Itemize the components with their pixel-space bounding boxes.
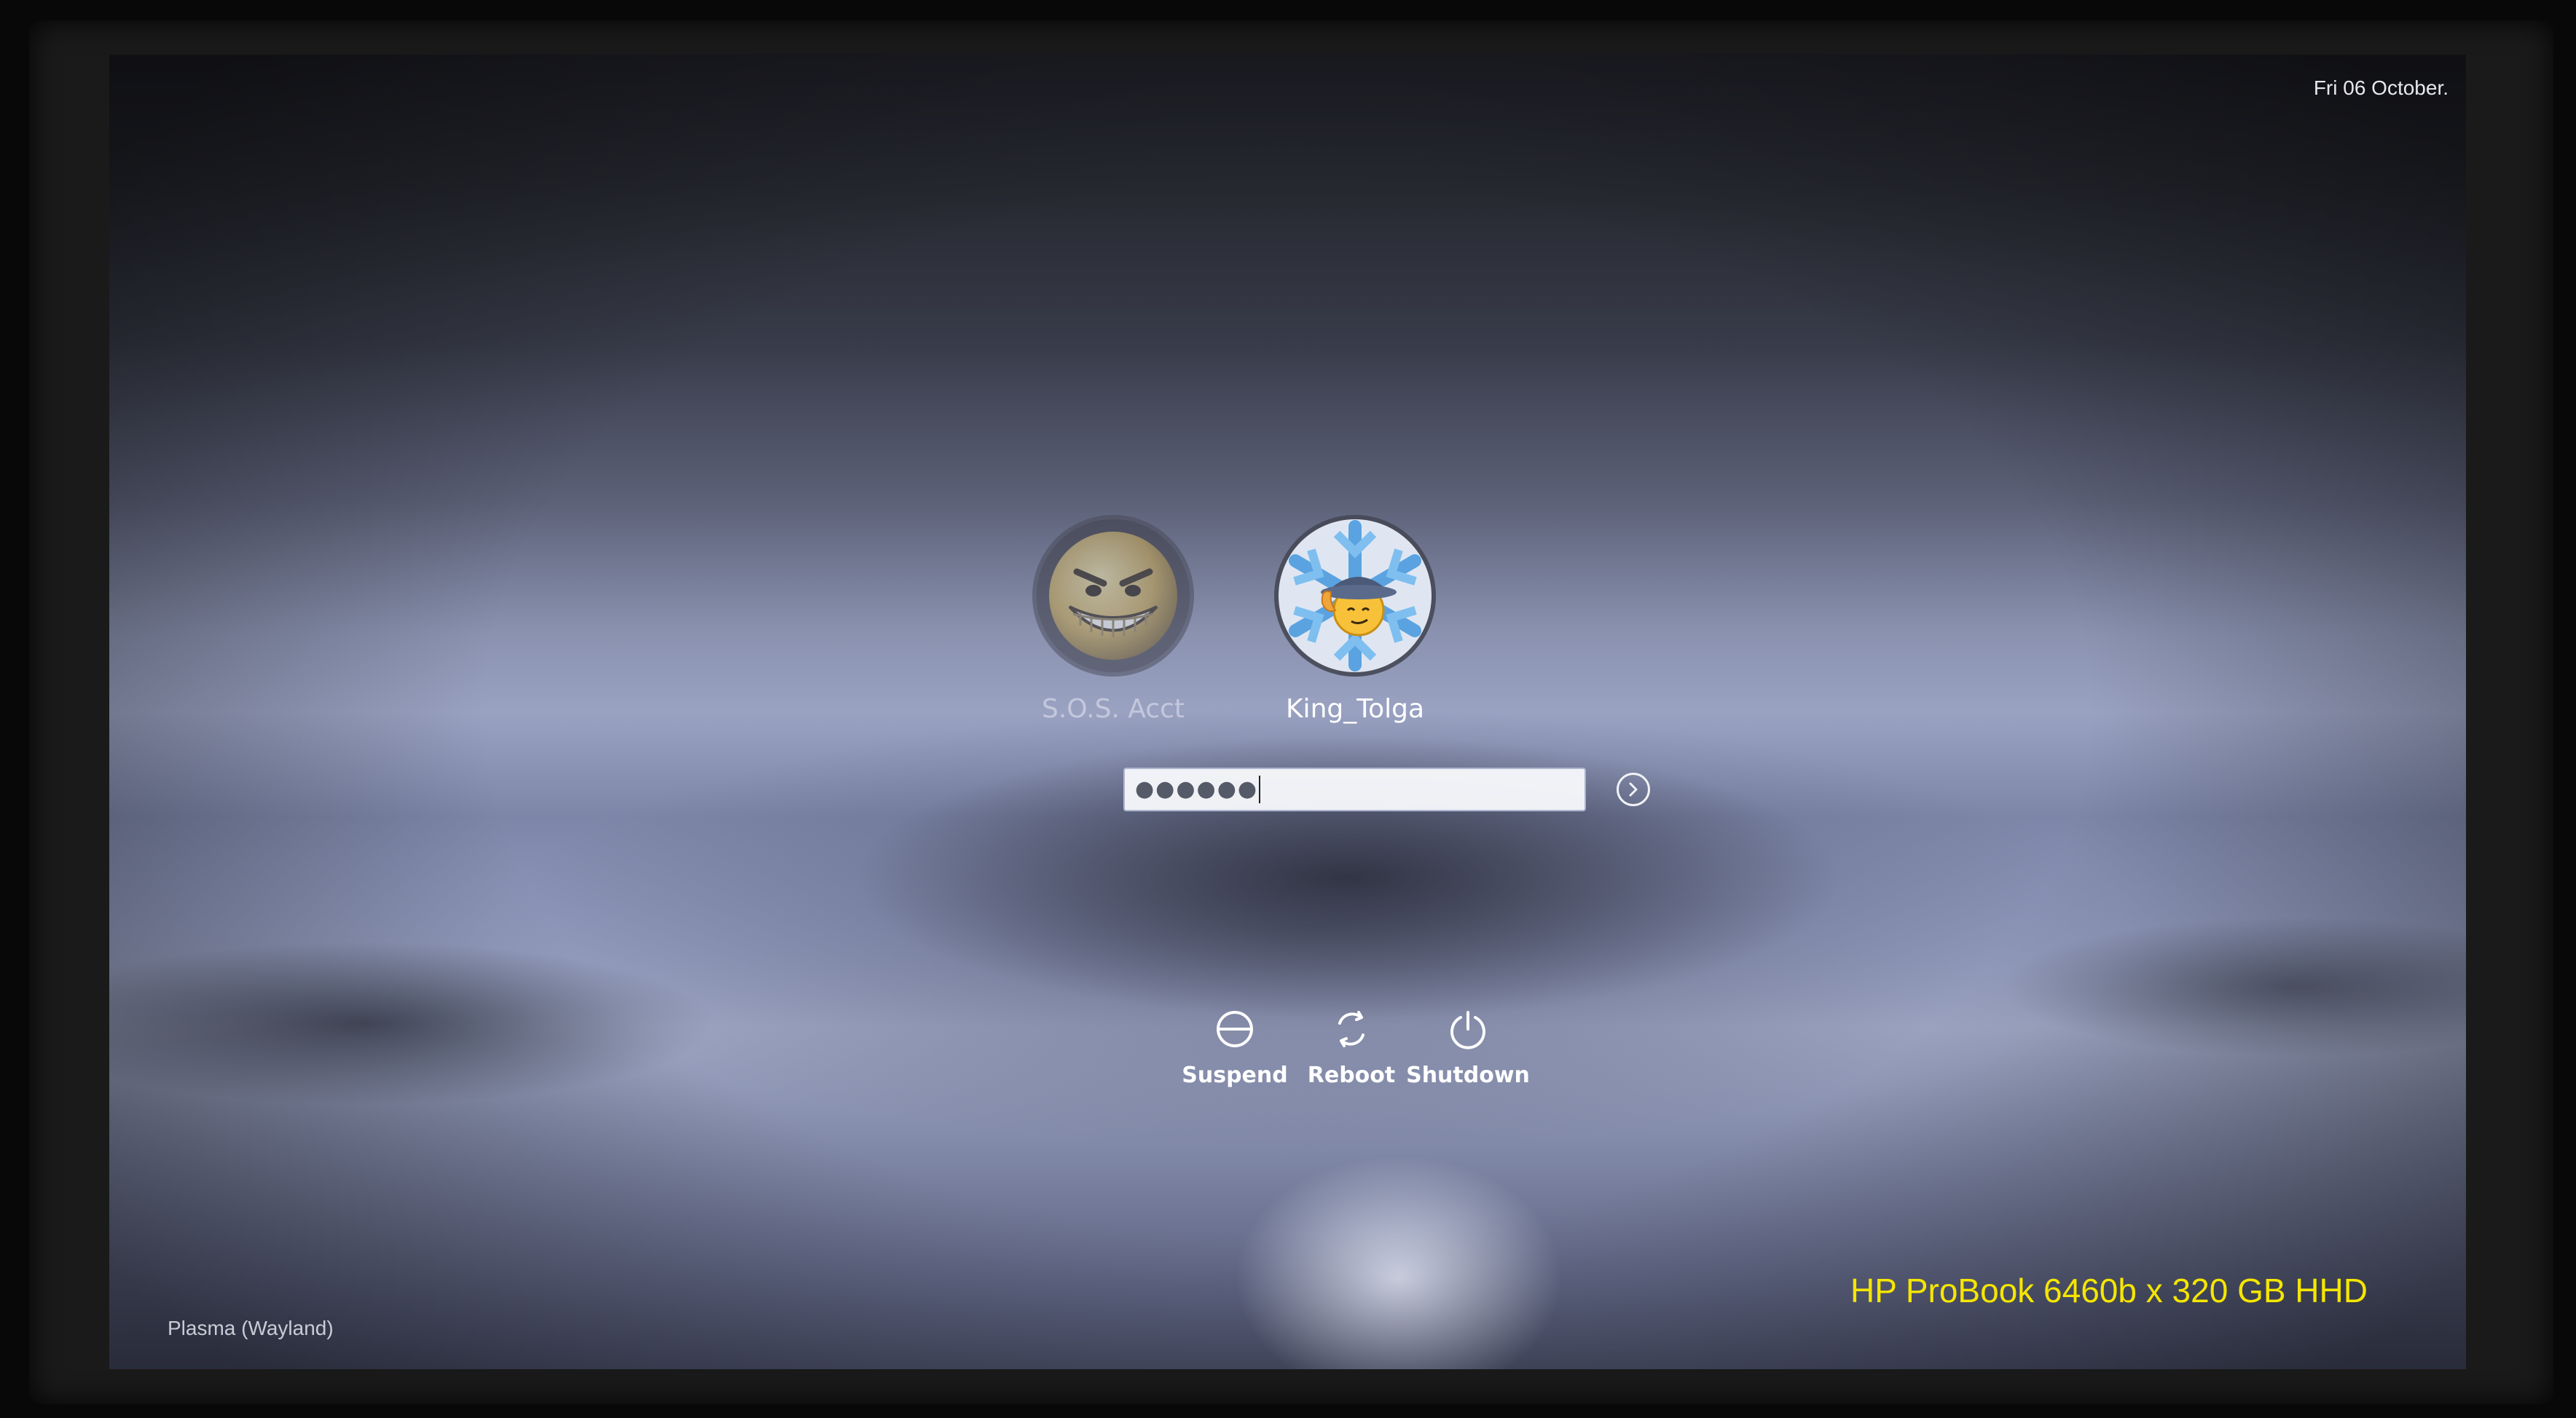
session-selector[interactable]: Plasma (Wayland) (168, 1317, 334, 1340)
user-name-label: King_Tolga (1285, 694, 1425, 724)
password-row: ●●●●●● (1123, 768, 1650, 811)
suspend-icon (1217, 1011, 1253, 1047)
power-actions: Suspend Reboot Shutdown (1182, 1009, 1530, 1088)
device-caption: HP ProBook 6460b x 320 GB HHD (1850, 1272, 2368, 1309)
password-masked-value: ●●●●●● (1135, 776, 1259, 802)
arrow-right-circle-icon (1629, 782, 1638, 797)
shutdown-button[interactable]: Shutdown (1406, 1009, 1530, 1088)
suspend-button[interactable]: Suspend (1182, 1009, 1288, 1088)
suspend-label: Suspend (1182, 1063, 1288, 1088)
text-caret (1259, 776, 1261, 803)
reboot-label: Reboot (1307, 1063, 1396, 1088)
photo-background: Fri 06 October. S.O.S. Acct King_Tolga ●… (0, 0, 2576, 1418)
user-king-tolga[interactable]: King_Tolga (1260, 519, 1450, 724)
shutdown-label: Shutdown (1406, 1063, 1530, 1088)
user-sos-acct[interactable]: S.O.S. Acct (1018, 519, 1208, 724)
reboot-button[interactable]: Reboot (1304, 1009, 1399, 1088)
password-input[interactable]: ●●●●●● (1123, 768, 1586, 811)
grinning-face-icon (1037, 519, 1190, 672)
power-icon (1450, 1011, 1485, 1049)
reboot-icon (1338, 1011, 1364, 1047)
login-button[interactable] (1617, 773, 1650, 806)
login-screen: Fri 06 October. S.O.S. Acct King_Tolga ●… (109, 55, 2466, 1369)
user-name-label: S.O.S. Acct (1041, 694, 1185, 724)
clock-label: Fri 06 October. (2313, 76, 2449, 99)
snowflake-cowboy-avatar-icon (1279, 519, 1432, 672)
